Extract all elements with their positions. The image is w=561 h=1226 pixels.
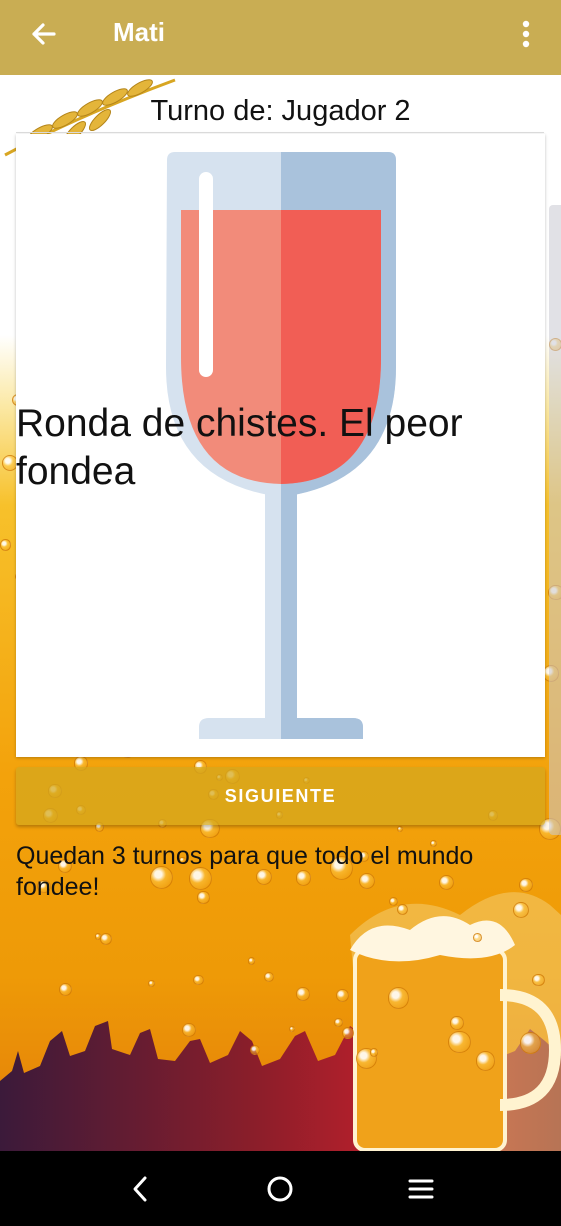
bubble-decoration xyxy=(475,1051,496,1071)
bubble-decoration xyxy=(473,933,482,942)
more-vertical-icon[interactable] xyxy=(512,18,540,50)
nav-menu-icon xyxy=(408,1179,434,1198)
challenge-card: Ronda de chistes. El peor fondea xyxy=(16,134,545,757)
nav-back-button[interactable] xyxy=(110,1151,170,1226)
bubble-decoration xyxy=(182,1022,197,1037)
bubble-decoration xyxy=(334,1018,343,1027)
bubble-decoration xyxy=(296,987,310,1001)
bubble-decoration xyxy=(519,1032,542,1054)
divider xyxy=(16,132,544,133)
nav-recents-button[interactable] xyxy=(391,1151,451,1226)
challenge-text: Ronda de chistes. El peor fondea xyxy=(16,402,463,493)
remaining-turns-text: Quedan 3 turnos para que todo el mundo f… xyxy=(16,842,474,901)
app-title: Mati xyxy=(113,17,165,47)
bubble-decoration xyxy=(396,825,403,832)
bubble-decoration xyxy=(193,974,204,986)
bubble-decoration xyxy=(531,973,545,987)
bubble-decoration xyxy=(397,903,409,915)
next-card-edge xyxy=(549,205,561,835)
bubble-decoration xyxy=(264,971,275,982)
bubble-decoration xyxy=(448,1030,471,1054)
nav-home-button[interactable] xyxy=(250,1151,310,1226)
bubble-decoration xyxy=(250,1044,261,1055)
bubble-decoration xyxy=(0,539,12,551)
next-button[interactable]: SIGUIENTE xyxy=(16,767,545,825)
bubble-decoration xyxy=(450,1016,464,1030)
bubble-decoration xyxy=(148,980,155,987)
bubble-decoration xyxy=(58,983,73,997)
turn-label: Turno de: Jugador 2 xyxy=(150,95,411,127)
nav-home-icon xyxy=(267,1176,293,1201)
app-bar: Mati xyxy=(0,0,561,75)
bubble-decoration xyxy=(513,901,529,918)
bubble-decoration xyxy=(387,987,410,1009)
arrow-left-icon[interactable] xyxy=(28,18,60,50)
nav-back-icon xyxy=(133,1176,147,1201)
bubble-decoration xyxy=(247,957,256,965)
bubble-decoration xyxy=(100,932,113,945)
bubble-decoration xyxy=(336,988,350,1002)
bubble-decoration xyxy=(369,1048,379,1057)
